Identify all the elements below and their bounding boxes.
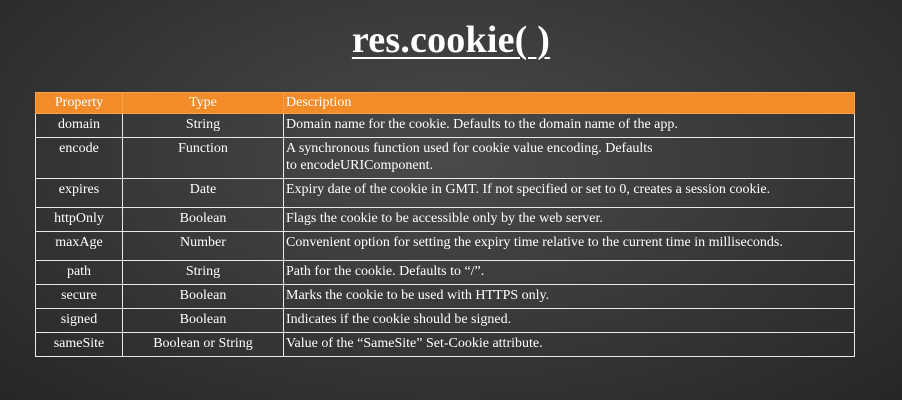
cell-description: Flags the cookie to be accessible only b… [283,207,855,232]
page-title: res.cookie( ) [351,19,551,61]
cell-property: path [35,260,123,285]
cell-property: sameSite [35,332,123,357]
cell-property: domain [35,113,123,138]
cell-description: Convenient option for setting the expiry… [283,231,855,261]
table-header-row: Property Type Description [35,92,855,114]
cell-property: encode [35,137,123,179]
cell-type: Boolean [122,284,284,309]
cell-type: Boolean [122,207,284,232]
cell-description: Indicates if the cookie should be signed… [283,308,855,333]
cell-description: Value of the “SameSite” Set-Cookie attri… [283,332,855,357]
table-row: secure Boolean Marks the cookie to be us… [35,284,855,309]
cell-property: httpOnly [35,207,123,232]
cell-property: signed [35,308,123,333]
cell-description: Path for the cookie. Defaults to “/”. [283,260,855,285]
cell-type: Boolean or String [122,332,284,357]
table-row: domain String Domain name for the cookie… [35,113,855,138]
cell-description: Domain name for the cookie. Defaults to … [283,113,855,138]
cell-type: Function [122,137,284,179]
column-header-type: Type [122,92,284,114]
cell-description: A synchronous function used for cookie v… [283,137,855,179]
table-row: maxAge Number Convenient option for sett… [35,231,855,261]
cell-property: maxAge [35,231,123,261]
table-row: encode Function A synchronous function u… [35,137,855,179]
cell-type: String [122,260,284,285]
cell-type: Date [122,178,284,208]
cookie-options-table: Property Type Description domain String … [35,92,855,357]
cell-description: Expiry date of the cookie in GMT. If not… [283,178,855,208]
table-row: expires Date Expiry date of the cookie i… [35,178,855,208]
cell-type: String [122,113,284,138]
column-header-description: Description [283,92,855,114]
cell-property: secure [35,284,123,309]
column-header-property: Property [35,92,123,114]
cell-description: Marks the cookie to be used with HTTPS o… [283,284,855,309]
table-row: path String Path for the cookie. Default… [35,260,855,285]
table-row: httpOnly Boolean Flags the cookie to be … [35,207,855,232]
table-row: signed Boolean Indicates if the cookie s… [35,308,855,333]
cell-type: Boolean [122,308,284,333]
cell-property: expires [35,178,123,208]
table-row: sameSite Boolean or String Value of the … [35,332,855,357]
cell-type: Number [122,231,284,261]
